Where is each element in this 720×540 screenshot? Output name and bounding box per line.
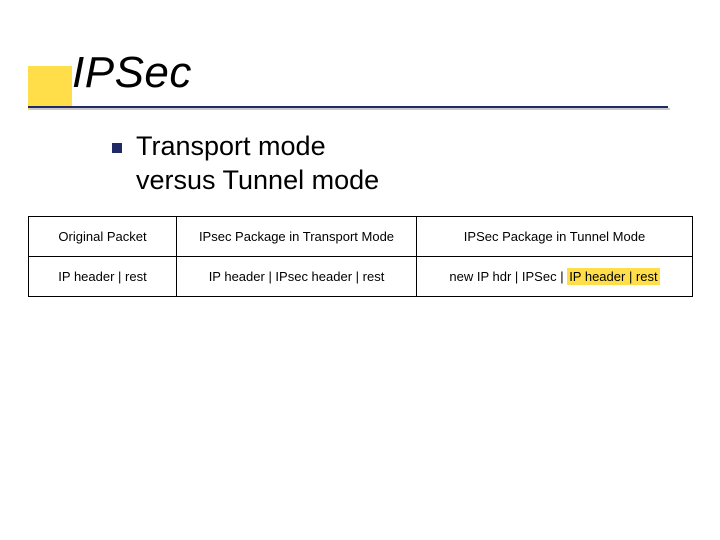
title-underline [28,106,668,108]
title-underline-shadow [30,108,670,110]
cell-tunnel-highlight: IP header | rest [567,268,659,285]
bullet-text: Transport mode versus Tunnel mode [136,130,379,198]
table-header-tunnel: IPSec Package in Tunnel Mode [417,217,693,257]
table-row: IP header | rest IP header | IPsec heade… [29,257,693,297]
cell-tunnel-prefix: new IP hdr | IPSec | [449,269,567,284]
slide: IPSec Transport mode versus Tunnel mode … [0,0,720,540]
cell-tunnel: new IP hdr | IPSec | IP header | rest [417,257,693,297]
bullet-square-icon [112,143,122,153]
slide-title: IPSec [28,48,192,98]
cell-original: IP header | rest [29,257,177,297]
table-header-original: Original Packet [29,217,177,257]
bullet-item: Transport mode versus Tunnel mode [112,130,379,198]
bullet-line-1: Transport mode versus Tunnel mode [136,131,379,195]
title-block: IPSec [28,48,192,98]
table-header-transport: IPsec Package in Transport Mode [177,217,417,257]
cell-transport: IP header | IPsec header | rest [177,257,417,297]
table-header-row: Original Packet IPsec Package in Transpo… [29,217,693,257]
comparison-table: Original Packet IPsec Package in Transpo… [28,216,693,297]
